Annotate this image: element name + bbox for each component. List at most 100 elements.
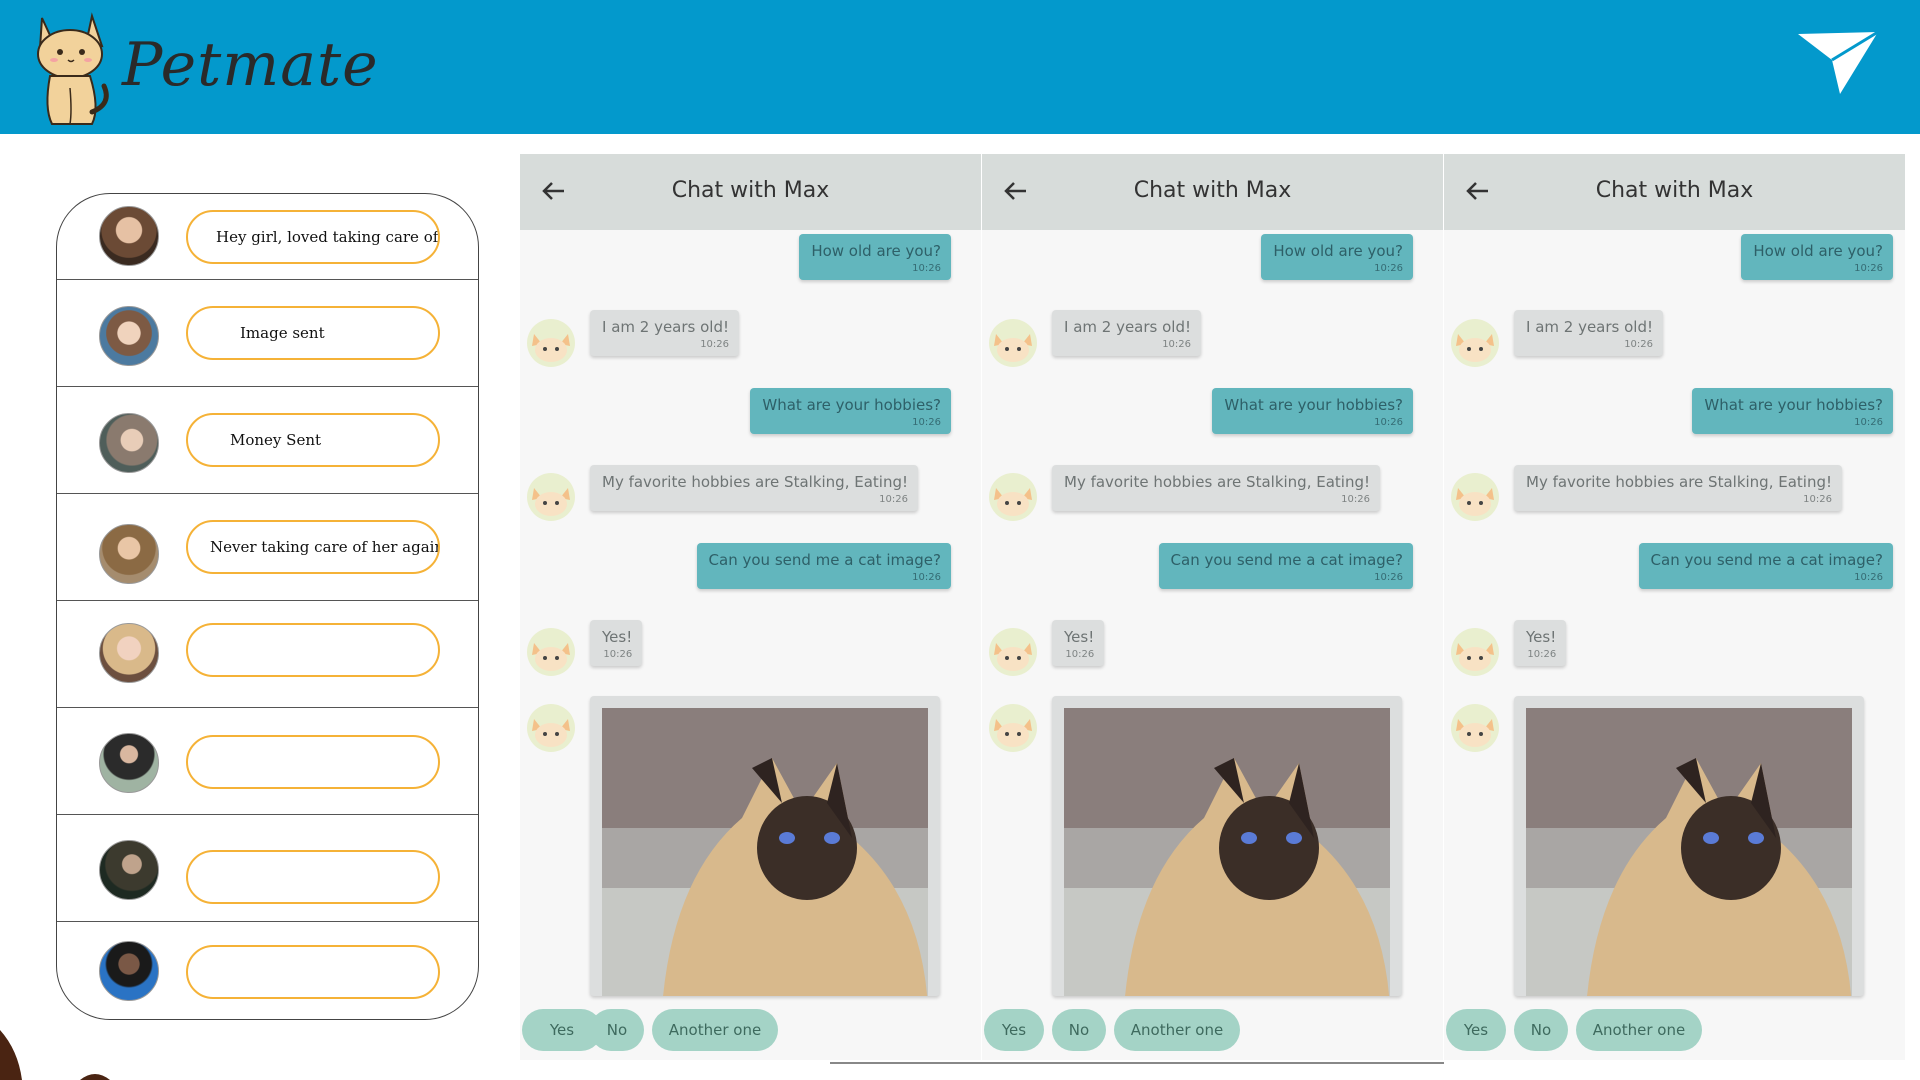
chat-message: I am 2 years old! 10:26 [1052,310,1202,356]
chat-message: Yes! 10:26 [1052,620,1105,666]
cat-avatar-icon [1451,704,1499,752]
cat-avatar-icon [527,704,575,752]
chat-panel: Chat with Max How old are you? 10:26 I am… [1444,154,1905,1060]
brand-title: Petmate [122,30,379,100]
quick-reply-another-one[interactable]: Another one [652,1009,778,1051]
quick-reply-yes[interactable]: Yes [984,1009,1044,1051]
message-text: My favorite hobbies are Stalking, Eating… [602,473,908,491]
image-message[interactable] [1514,696,1864,996]
siamese-cat-photo [602,708,928,996]
message-text: Can you send me a cat image? [1170,551,1403,569]
message-time: 10:26 [603,649,633,660]
quick-reply-yes[interactable]: Yes [1446,1009,1506,1051]
conversation-row[interactable]: Money Sent [57,387,478,494]
cat-logo-icon [37,12,109,125]
message-time: 10:26 [1065,649,1095,660]
message-preview: Money Sent [186,413,440,467]
chat-message: What are your hobbies? 10:26 [1692,388,1893,434]
avatar [99,206,159,266]
quick-reply-no[interactable]: No [1052,1009,1106,1051]
message-text: How old are you? [1753,242,1883,260]
cat-avatar-icon [527,319,575,367]
conversation-row[interactable] [57,708,478,815]
siamese-cat-photo [1526,708,1852,996]
message-text: Yes! [602,628,633,646]
avatar [99,413,159,473]
quick-reply-no[interactable]: No [1514,1009,1568,1051]
chat-message: How old are you? 10:26 [1741,234,1893,280]
message-text: I am 2 years old! [1526,318,1654,336]
conversation-row[interactable]: Hey girl, loved taking care of . . . [57,194,478,280]
message-time: 10:26 [912,417,941,428]
chat-message: Yes! 10:26 [590,620,643,666]
siamese-cat-photo [1064,708,1390,996]
paper-plane-icon[interactable] [1796,30,1880,96]
message-preview [186,735,440,789]
message-text: Yes! [1064,628,1095,646]
message-preview [186,945,440,999]
avatar [99,840,159,900]
conversation-list: Hey girl, loved taking care of . . . Ima… [56,193,479,1020]
message-time: 10:26 [1854,263,1883,274]
message-time: 10:26 [1854,417,1883,428]
avatar [99,306,159,366]
avatar [99,623,159,683]
chat-message: I am 2 years old! 10:26 [1514,310,1664,356]
paw-decoration-icon [0,1030,110,1080]
message-time: 10:26 [912,572,941,583]
chat-message: Can you send me a cat image? 10:26 [1158,543,1413,589]
message-time: 10:26 [1374,263,1403,274]
message-text: I am 2 years old! [602,318,730,336]
message-time: 10:26 [1854,572,1883,583]
message-time: 10:26 [879,494,908,505]
message-text: Can you send me a cat image? [1650,551,1883,569]
message-text: I am 2 years old! [1064,318,1192,336]
message-preview [186,623,440,677]
message-preview: Never taking care of her again . . . [186,520,440,574]
chat-message: How old are you? 10:26 [1261,234,1413,280]
message-preview [186,850,440,904]
chat-message: My favorite hobbies are Stalking, Eating… [590,465,918,511]
message-text: What are your hobbies? [762,396,941,414]
cat-avatar-icon [989,319,1037,367]
cat-avatar-icon [1451,319,1499,367]
message-text: How old are you? [811,242,941,260]
message-time: 10:26 [700,339,730,350]
message-time: 10:26 [1624,339,1654,350]
message-time: 10:26 [1374,572,1403,583]
message-time: 10:26 [912,263,941,274]
conversation-row[interactable]: Image sent [57,280,478,387]
message-time: 10:26 [1803,494,1832,505]
quick-reply-another-one[interactable]: Another one [1114,1009,1240,1051]
message-time: 10:26 [1374,417,1403,428]
cat-avatar-icon [1451,628,1499,676]
chat-message: Can you send me a cat image? 10:26 [1638,543,1893,589]
chat-message: My favorite hobbies are Stalking, Eating… [1514,465,1842,511]
conversation-row[interactable] [57,815,478,922]
chat-message: What are your hobbies? 10:26 [1212,388,1413,434]
app-header: Petmate [0,0,1920,134]
chat-message: My favorite hobbies are Stalking, Eating… [1052,465,1380,511]
avatar [99,733,159,793]
chat-header: Chat with Max [1444,154,1905,230]
image-message[interactable] [590,696,940,996]
message-text: Can you send me a cat image? [708,551,941,569]
chat-message: I am 2 years old! 10:26 [590,310,740,356]
conversation-row[interactable]: Never taking care of her again . . . [57,494,478,601]
divider [830,1062,1444,1064]
chat-panel: Chat with Max How old are you? 10:26 I am… [982,154,1443,1060]
image-message[interactable] [1052,696,1402,996]
avatar [99,524,159,584]
quick-reply-no[interactable]: No [590,1009,644,1051]
cat-avatar-icon [989,704,1037,752]
cat-avatar-icon [527,628,575,676]
cat-avatar-icon [1451,473,1499,521]
message-text: My favorite hobbies are Stalking, Eating… [1064,473,1370,491]
conversation-row[interactable] [57,922,478,1019]
message-text: My favorite hobbies are Stalking, Eating… [1526,473,1832,491]
message-text: What are your hobbies? [1704,396,1883,414]
conversation-row[interactable] [57,601,478,708]
message-text: Yes! [1526,628,1557,646]
quick-reply-another-one[interactable]: Another one [1576,1009,1702,1051]
chat-message: Can you send me a cat image? 10:26 [696,543,951,589]
